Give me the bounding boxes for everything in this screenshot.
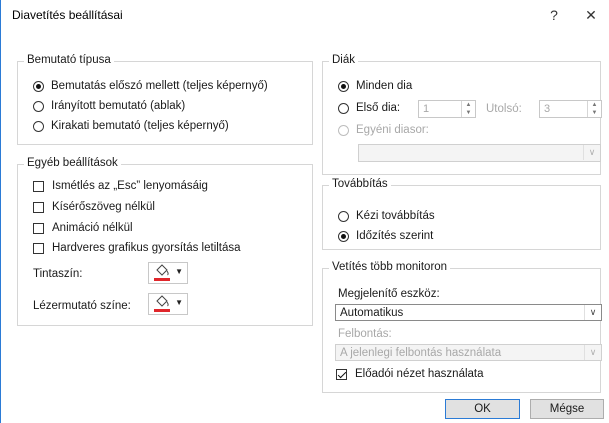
to-slide-spinner[interactable]: 3 ▲ ▼ bbox=[539, 100, 602, 118]
radio-label: Irányított bemutató (ablak) bbox=[51, 100, 186, 112]
check-disable-hw-acceleration[interactable]: Hardveres grafikus gyorsítás letiltása bbox=[33, 242, 241, 254]
resolution-value: A jelenlegi felbontás használata bbox=[340, 347, 502, 359]
check-without-animation[interactable]: Animáció nélkül bbox=[33, 222, 133, 234]
spin-arrows-icon[interactable]: ▲ ▼ bbox=[461, 101, 475, 117]
laser-color-button[interactable]: ▼ bbox=[148, 293, 188, 315]
chevron-down-icon: ∨ bbox=[583, 145, 600, 160]
resolution-label: Felbontás: bbox=[338, 328, 392, 340]
ok-button[interactable]: OK bbox=[445, 399, 520, 419]
spin-arrows-icon[interactable]: ▲ ▼ bbox=[587, 101, 601, 117]
slides-legend: Diák bbox=[329, 54, 359, 66]
from-slide-spinner[interactable]: 1 ▲ ▼ bbox=[418, 100, 476, 118]
window-border bbox=[0, 0, 1, 423]
radio-label: Minden dia bbox=[356, 80, 413, 92]
check-label: Kísérőszöveg nélkül bbox=[52, 201, 155, 213]
advance-legend: Továbbítás bbox=[329, 178, 391, 190]
radio-label: Kézi továbbítás bbox=[356, 210, 435, 222]
to-slide-label: Utolsó: bbox=[486, 103, 522, 115]
pen-color-label: Tintaszín: bbox=[33, 268, 83, 280]
cancel-button[interactable]: Mégse bbox=[530, 399, 604, 419]
laser-color-swatch bbox=[154, 309, 170, 312]
chevron-down-icon: ▼ bbox=[175, 267, 183, 276]
slide-show-settings-dialog: Diavetítés beállításai ? ✕ Bemutató típu… bbox=[0, 0, 609, 423]
close-button[interactable]: ✕ bbox=[580, 4, 602, 26]
radio-icon bbox=[33, 100, 44, 112]
pen-color-button[interactable]: ▼ bbox=[148, 262, 188, 284]
resolution-dropdown[interactable]: A jelenlegi felbontás használata ∨ bbox=[335, 344, 602, 361]
check-label: Animáció nélkül bbox=[52, 222, 133, 234]
display-device-label: Megjelenítő eszköz: bbox=[338, 288, 440, 300]
chevron-down-icon: ∨ bbox=[584, 305, 601, 320]
radio-from-slide[interactable]: Első dia: bbox=[338, 102, 400, 114]
radio-label: Egyéni diasor: bbox=[356, 124, 429, 136]
dialog-title: Diavetítés beállításai bbox=[12, 8, 123, 22]
radio-label: Első dia: bbox=[356, 102, 401, 114]
other-settings-legend: Egyéb beállítások bbox=[24, 157, 121, 169]
check-label: Előadói nézet használata bbox=[355, 368, 484, 380]
checkbox-icon bbox=[33, 242, 44, 254]
show-type-legend: Bemutató típusa bbox=[24, 54, 114, 66]
from-slide-value: 1 bbox=[423, 103, 430, 115]
custom-show-dropdown[interactable]: ∨ bbox=[358, 144, 601, 162]
radio-label: Időzítés szerint bbox=[356, 230, 434, 242]
radio-manual-advance[interactable]: Kézi továbbítás bbox=[338, 210, 435, 222]
pen-color-swatch bbox=[154, 278, 170, 281]
chevron-down-icon: ▼ bbox=[175, 298, 183, 307]
check-use-presenter-view[interactable]: Előadói nézet használata bbox=[336, 368, 484, 380]
radio-browsed-by-individual[interactable]: Irányított bemutató (ablak) bbox=[33, 100, 185, 112]
laser-color-label: Lézermutató színe: bbox=[33, 300, 131, 312]
radio-icon bbox=[338, 80, 349, 92]
checkbox-icon bbox=[33, 180, 44, 192]
radio-icon bbox=[338, 124, 349, 136]
radio-icon bbox=[338, 102, 349, 114]
radio-use-timings[interactable]: Időzítés szerint bbox=[338, 230, 433, 242]
radio-icon bbox=[33, 120, 44, 132]
check-label: Hardveres grafikus gyorsítás letiltása bbox=[52, 242, 241, 254]
radio-icon bbox=[338, 210, 349, 222]
checkbox-icon bbox=[336, 368, 347, 380]
checkbox-icon bbox=[33, 201, 44, 213]
help-button[interactable]: ? bbox=[543, 4, 565, 26]
check-without-narration[interactable]: Kísérőszöveg nélkül bbox=[33, 201, 155, 213]
paint-bucket-icon bbox=[156, 295, 169, 307]
radio-all-slides[interactable]: Minden dia bbox=[338, 80, 412, 92]
display-device-value: Automatikus bbox=[340, 307, 404, 319]
radio-presented-by-speaker[interactable]: Bemutatás előszó mellett (teljes képerny… bbox=[33, 80, 268, 92]
monitors-legend: Vetítés több monitoron bbox=[329, 261, 451, 273]
close-icon: ✕ bbox=[585, 7, 597, 23]
check-loop-until-esc[interactable]: Ismétlés az „Esc” lenyomásáig bbox=[33, 180, 208, 192]
checkbox-icon bbox=[33, 222, 44, 234]
paint-bucket-icon bbox=[156, 264, 169, 276]
radio-icon bbox=[33, 80, 44, 92]
radio-browsed-at-kiosk[interactable]: Kirakati bemutató (teljes képernyő) bbox=[33, 120, 229, 132]
radio-label: Bemutatás előszó mellett (teljes képerny… bbox=[51, 80, 268, 92]
check-label: Ismétlés az „Esc” lenyomásáig bbox=[52, 180, 208, 192]
chevron-down-icon: ∨ bbox=[584, 345, 601, 360]
display-device-dropdown[interactable]: Automatikus ∨ bbox=[335, 304, 602, 321]
radio-icon bbox=[338, 230, 349, 242]
radio-label: Kirakati bemutató (teljes képernyő) bbox=[51, 120, 229, 132]
to-slide-value: 3 bbox=[544, 103, 551, 115]
radio-custom-show[interactable]: Egyéni diasor: bbox=[338, 124, 429, 136]
